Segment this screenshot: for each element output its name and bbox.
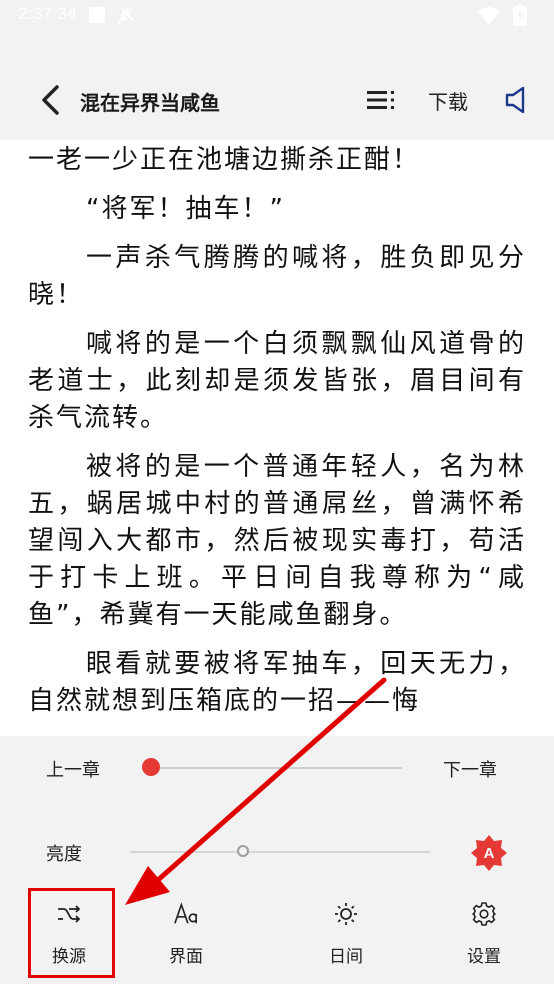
sun-icon — [334, 902, 358, 926]
chapter-progress-thumb[interactable] — [142, 758, 160, 776]
chapter-row: 上一章 下一章 — [0, 752, 554, 784]
day-mode-button[interactable]: 日间 — [301, 886, 391, 976]
app-bar: 混在异界当咸鱼 下载 — [0, 62, 554, 138]
status-bar: 2:37:34 — [0, 0, 554, 32]
settings-label: 设置 — [467, 947, 501, 967]
book-title: 混在异界当咸鱼 — [80, 91, 220, 115]
paragraph: 被将的是一个普通年轻人，名为林五，蜗居城中村的普通屌丝，曾满怀希望闯入大都市，然… — [28, 452, 526, 630]
paragraph: 眼看就要被将军抽车，回天无力，自然就想到压箱底的一招——悔 — [28, 649, 526, 716]
back-arrow-icon — [42, 85, 59, 115]
speaker-icon — [505, 86, 525, 114]
brightness-row: 亮度 A — [0, 834, 554, 872]
paragraph: 喊将的是一个白须飘飘仙风道骨的老道士，此刻却是须发皆张，眉目间有杀气流转。 — [28, 329, 526, 433]
back-button[interactable] — [30, 80, 70, 120]
settings-button[interactable]: 设置 — [439, 886, 529, 976]
status-time: 2:37:34 — [18, 4, 77, 23]
paragraph: “将军！抽车！” — [86, 194, 285, 224]
battery-icon — [513, 4, 527, 26]
prev-chapter-button[interactable]: 上一章 — [46, 756, 100, 782]
auto-brightness-button[interactable]: A — [470, 834, 508, 872]
auto-brightness-letter: A — [483, 844, 495, 862]
wifi-icon — [478, 7, 500, 25]
highlight-box — [28, 888, 115, 978]
font-size-icon — [174, 902, 198, 926]
day-mode-label: 日间 — [329, 947, 363, 967]
interface-label: 界面 — [169, 947, 203, 967]
paragraph: 一声杀气腾腾的喊将，胜负即见分晓！ — [28, 243, 526, 310]
top-area: 2:37:34 混在异界当咸鱼 下载 — [0, 0, 554, 140]
download-button[interactable]: 下载 — [428, 86, 468, 115]
interface-button[interactable]: 界面 — [141, 886, 231, 976]
gear-icon — [472, 902, 496, 926]
chapter-progress-track[interactable] — [150, 767, 402, 769]
brightness-slider-track[interactable] — [130, 851, 430, 853]
read-aloud-button[interactable] — [498, 82, 534, 118]
next-chapter-button[interactable]: 下一章 — [443, 756, 497, 782]
no-signal-icon — [117, 7, 134, 24]
brightness-slider-thumb[interactable] — [237, 845, 249, 857]
reading-content[interactable]: 一老一少正在池塘边撕杀正酣！ “将军！抽车！” 一声杀气腾腾的喊将，胜负即见分晓… — [0, 140, 554, 736]
table-of-contents-button[interactable] — [364, 84, 400, 116]
brightness-label: 亮度 — [46, 844, 82, 865]
paragraph: 一老一少正在池塘边撕杀正酣！ — [28, 145, 421, 175]
list-icon — [367, 91, 394, 109]
notification-icon — [89, 7, 105, 23]
